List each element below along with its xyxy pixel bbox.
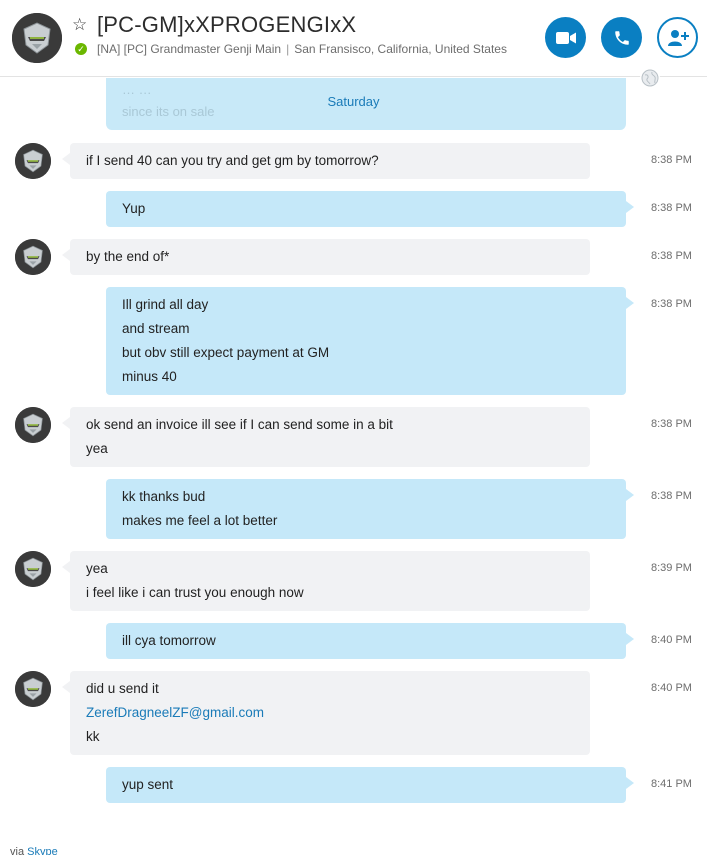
location-text: San Fransisco, California, United States: [294, 42, 507, 56]
mood-text: [NA] [PC] Grandmaster Genji Main: [97, 42, 282, 56]
outgoing-message-bubble[interactable]: Yup: [106, 191, 634, 227]
genji-avatar-icon: [15, 671, 51, 707]
sender-avatar[interactable]: [15, 671, 51, 707]
incoming-message-bubble[interactable]: yea i feel like i can trust you enough no…: [62, 551, 590, 611]
message-timestamp: 8:38 PM: [651, 298, 692, 310]
message-timestamp: 8:38 PM: [651, 154, 692, 166]
message-text: did u send it: [86, 681, 159, 696]
incoming-message-bubble[interactable]: did u send it ZerefDragneelZF@gmail.com kk: [62, 671, 590, 755]
message-timestamp: 8:41 PM: [651, 778, 692, 790]
message-text: by the end of*: [86, 249, 170, 264]
video-call-button[interactable]: [545, 17, 586, 58]
message-text: yup sent: [122, 777, 174, 792]
message-text: if I send 40 can you try and get gm by t…: [86, 153, 379, 168]
genji-avatar-icon: [12, 13, 62, 63]
message-timestamp: 8:38 PM: [651, 250, 692, 262]
incoming-message-bubble[interactable]: ok send an invoice ill see if I can send…: [62, 407, 590, 467]
sender-avatar[interactable]: [15, 551, 51, 587]
favorite-star-icon[interactable]: ☆: [72, 15, 87, 35]
message-text: i feel like i can trust you enough now: [86, 585, 304, 600]
message-timestamp: 8:40 PM: [651, 682, 692, 694]
message-text: Yup: [122, 201, 146, 216]
footer-attribution: via Skype: [10, 846, 58, 855]
message-text: ill cya tomorrow: [122, 633, 216, 648]
message-timestamp: 8:39 PM: [651, 562, 692, 574]
sender-avatar[interactable]: [15, 407, 51, 443]
add-person-icon: [667, 29, 689, 46]
outgoing-message-bubble[interactable]: ill cya tomorrow: [106, 623, 634, 659]
add-participant-button[interactable]: [657, 17, 698, 58]
contact-avatar[interactable]: [12, 13, 62, 63]
incoming-message-bubble[interactable]: by the end of*: [62, 239, 590, 275]
message-text: yea: [86, 441, 108, 456]
video-camera-icon: [555, 31, 576, 44]
genji-avatar-icon: [15, 407, 51, 443]
message-text: ok send an invoice ill see if I can send…: [86, 417, 393, 432]
genji-avatar-icon: [15, 239, 51, 275]
incoming-message-bubble[interactable]: if I send 40 can you try and get gm by t…: [62, 143, 590, 179]
phone-icon: [614, 30, 629, 45]
message-text: Ill grind all day: [122, 297, 209, 312]
message-timestamp: 8:40 PM: [651, 634, 692, 646]
message-text: kk: [86, 729, 100, 744]
outgoing-message-bubble[interactable]: kk thanks bud makes me feel a lot better: [106, 479, 634, 539]
sender-avatar[interactable]: [15, 239, 51, 275]
online-status-icon: ✓: [75, 43, 87, 55]
message-text: makes me feel a lot better: [122, 513, 278, 528]
mood-separator: |: [286, 42, 290, 56]
sender-avatar[interactable]: [15, 143, 51, 179]
genji-avatar-icon: [15, 143, 51, 179]
message-text: and stream: [122, 321, 190, 336]
message-list[interactable]: … … since its on sale Saturday if I send…: [0, 78, 707, 855]
email-link[interactable]: ZerefDragneelZF@gmail.com: [86, 701, 574, 725]
audio-call-button[interactable]: [601, 17, 642, 58]
contact-name: [PC-GM]xXPROGENGIxX: [97, 12, 357, 37]
footer-prefix: via: [10, 846, 25, 855]
message-text: but obv still expect payment at GM: [122, 345, 330, 360]
message-text: kk thanks bud: [122, 489, 206, 504]
skype-link[interactable]: Skype: [27, 846, 58, 855]
outgoing-message-bubble[interactable]: yup sent: [106, 767, 634, 803]
genji-avatar-icon: [15, 551, 51, 587]
date-separator: Saturday: [327, 94, 380, 109]
message-timestamp: 8:38 PM: [651, 490, 692, 502]
outgoing-message-bubble[interactable]: Ill grind all day and stream but obv still…: [106, 287, 634, 395]
message-timestamp: 8:38 PM: [651, 202, 692, 214]
message-text: yea: [86, 561, 108, 576]
message-text: minus 40: [122, 369, 177, 384]
message-timestamp: 8:38 PM: [651, 418, 692, 430]
conversation-header: ☆ [PC-GM]xXPROGENGIxX ✓ [NA] [PC] Grandm…: [0, 0, 707, 88]
contact-mood-message: [NA] [PC] Grandmaster Genji Main | San Fra…: [97, 42, 507, 56]
